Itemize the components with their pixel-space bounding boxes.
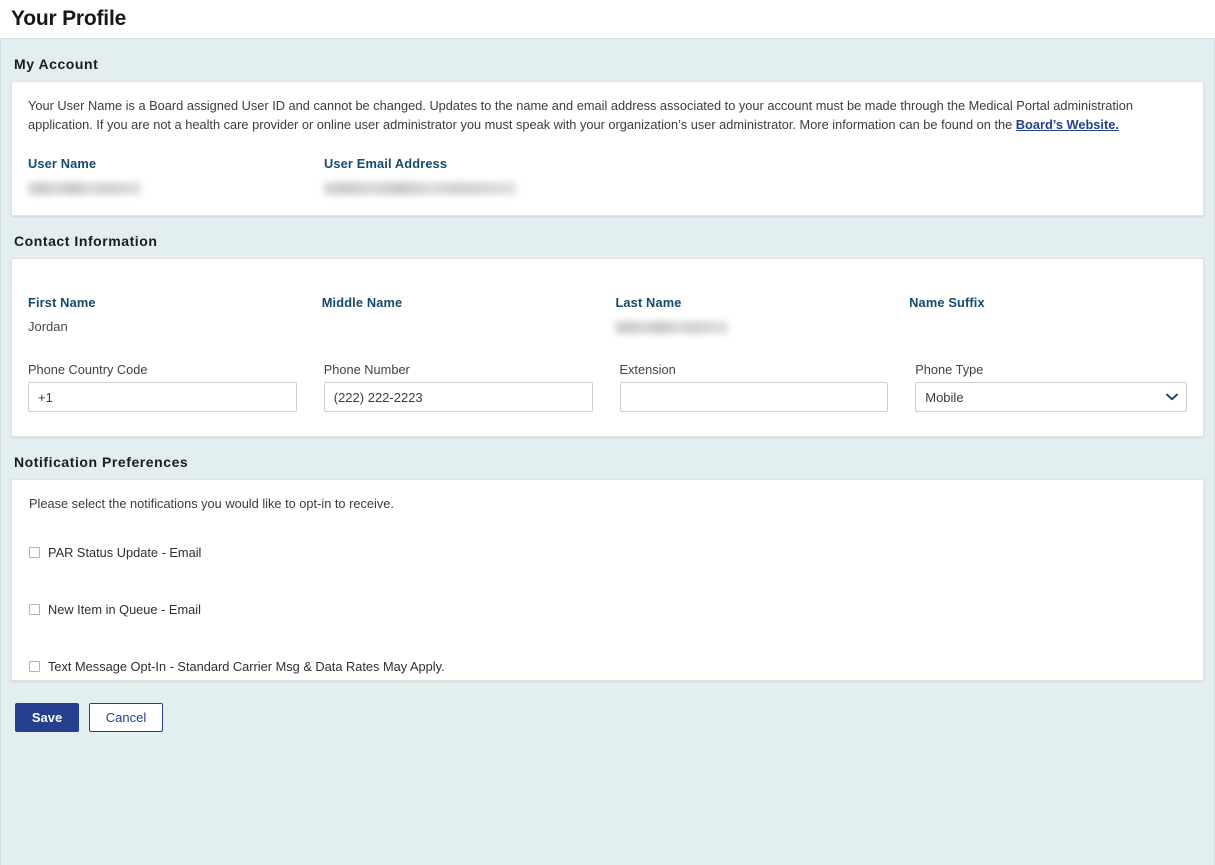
input-label-phone-country-code: Phone Country Code xyxy=(28,362,148,377)
field-first-name: First Name Jordan xyxy=(28,295,322,336)
field-value-name-suffix xyxy=(909,319,1187,336)
input-label-phone-number: Phone Number xyxy=(323,362,410,377)
my-account-intro-text: Your User Name is a Board assigned User … xyxy=(28,98,1133,132)
phone-type-select-wrap: Mobile xyxy=(915,382,1187,412)
field-value-user-name xyxy=(28,180,324,197)
save-button[interactable]: Save xyxy=(15,703,79,732)
checkbox-row-par-status-update[interactable]: PAR Status Update - Email xyxy=(29,545,1187,560)
redacted-value-last-name xyxy=(615,321,729,335)
cancel-button[interactable]: Cancel xyxy=(89,703,163,732)
phone-fields-row: Phone Country Code Phone Number Extensio… xyxy=(28,362,1187,412)
checkbox-label-new-item-in-queue[interactable]: New Item in Queue - Email xyxy=(48,602,201,617)
input-label-phone-type: Phone Type xyxy=(915,362,984,377)
field-user-name: User Name xyxy=(28,156,324,197)
field-label-last-name: Last Name xyxy=(615,295,682,310)
boards-website-link[interactable]: Board’s Website. xyxy=(1016,117,1119,132)
page-title: Your Profile xyxy=(11,7,127,30)
field-label-middle-name: Middle Name xyxy=(321,295,403,310)
field-name-suffix: Name Suffix xyxy=(909,295,1187,336)
field-value-last-name xyxy=(615,319,909,336)
section-heading-contact-information: Contact Information xyxy=(14,233,158,249)
field-value-first-name: Jordan xyxy=(28,319,68,334)
form-actions: Save Cancel xyxy=(15,703,1204,732)
section-heading-my-account: My Account xyxy=(14,56,99,72)
section-heading-notification-preferences: Notification Preferences xyxy=(14,454,189,470)
phone-type-select[interactable]: Mobile xyxy=(915,382,1187,412)
field-value-middle-name xyxy=(322,319,616,336)
checkbox-text-message-opt-in[interactable] xyxy=(29,661,40,672)
redacted-value-user-name xyxy=(28,182,141,196)
field-user-email-address: User Email Address xyxy=(324,156,620,197)
extension-input[interactable] xyxy=(619,382,889,412)
phone-type-selected-value: Mobile xyxy=(925,389,964,405)
checkbox-par-status-update[interactable] xyxy=(29,547,40,558)
field-middle-name: Middle Name xyxy=(322,295,616,336)
field-last-name: Last Name xyxy=(615,295,909,336)
my-account-intro: Your User Name is a Board assigned User … xyxy=(28,96,1187,134)
checkbox-label-par-status-update[interactable]: PAR Status Update - Email xyxy=(48,545,201,560)
my-account-card: Your User Name is a Board assigned User … xyxy=(11,81,1204,216)
checkbox-row-new-item-in-queue[interactable]: New Item in Queue - Email xyxy=(29,602,1187,617)
field-label-first-name: First Name xyxy=(28,295,96,310)
field-extension: Extension xyxy=(619,362,916,412)
checkbox-new-item-in-queue[interactable] xyxy=(29,604,40,615)
field-phone-number: Phone Number xyxy=(323,362,620,412)
profile-panel: My Account Your User Name is a Board ass… xyxy=(0,38,1215,865)
field-label-user-name: User Name xyxy=(28,156,97,171)
field-phone-type: Phone Type Mobile xyxy=(915,362,1187,412)
notification-preferences-card: Please select the notifications you woul… xyxy=(11,479,1204,681)
notification-intro: Please select the notifications you woul… xyxy=(29,496,394,511)
field-label-name-suffix: Name Suffix xyxy=(909,295,985,310)
input-label-extension: Extension xyxy=(619,362,676,377)
field-phone-country-code: Phone Country Code xyxy=(28,362,324,412)
field-value-user-email-address xyxy=(324,180,620,197)
my-account-fields: User Name User Email Address xyxy=(28,156,1187,197)
checkbox-label-text-message-opt-in[interactable]: Text Message Opt-In - Standard Carrier M… xyxy=(48,659,445,674)
checkbox-row-text-message-opt-in[interactable]: Text Message Opt-In - Standard Carrier M… xyxy=(29,659,1187,674)
field-label-user-email-address: User Email Address xyxy=(324,156,448,171)
name-fields-row: First Name Jordan Middle Name Last Name … xyxy=(28,295,1187,336)
phone-number-input[interactable] xyxy=(323,382,593,412)
phone-country-code-input[interactable] xyxy=(28,382,297,412)
contact-information-card: First Name Jordan Middle Name Last Name … xyxy=(11,258,1204,437)
redacted-value-user-email-address xyxy=(324,182,516,196)
page-header: Your Profile xyxy=(0,0,1215,38)
